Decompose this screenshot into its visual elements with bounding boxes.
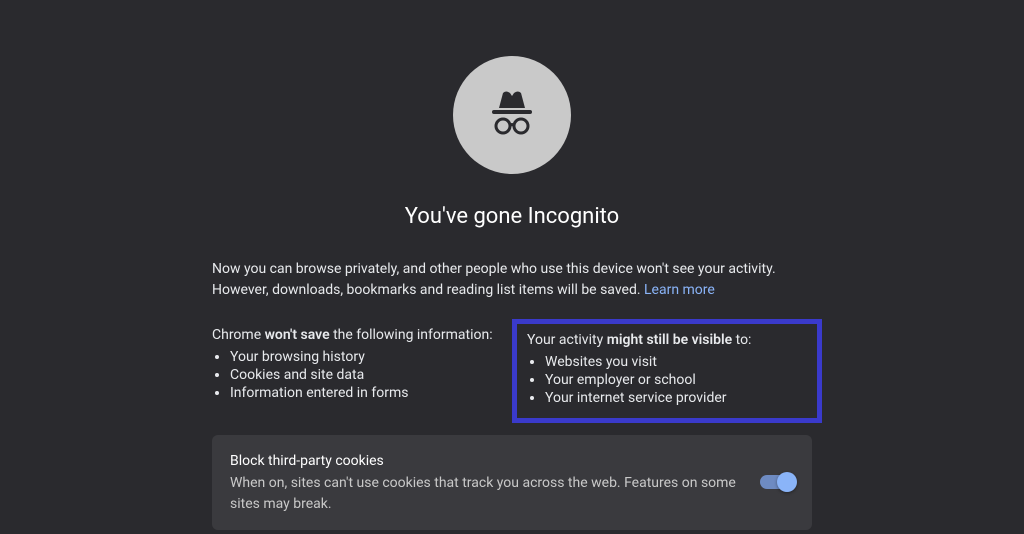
- list-item: Cookies and site data: [230, 367, 502, 383]
- list-item: Websites you visit: [545, 354, 807, 370]
- list-item: Information entered in forms: [230, 385, 502, 401]
- page-title: You've gone Incognito: [405, 204, 619, 229]
- list-item: Your browsing history: [230, 349, 502, 365]
- highlight-annotation: Your activity might still be visible to:…: [512, 319, 822, 423]
- wont-save-suffix: the following information:: [330, 327, 493, 343]
- incognito-icon: [453, 56, 571, 174]
- list-item: Your employer or school: [545, 372, 807, 388]
- block-cookies-toggle[interactable]: [760, 475, 794, 489]
- intro-text: Now you can browse privately, and other …: [212, 259, 812, 301]
- wont-save-column: Chrome won't save the following informat…: [212, 327, 502, 413]
- block-cookies-card: Block third-party cookies When on, sites…: [212, 435, 812, 530]
- visible-suffix: to:: [732, 332, 751, 348]
- card-title: Block third-party cookies: [230, 451, 742, 471]
- visible-strong: might still be visible: [607, 332, 732, 348]
- card-description: When on, sites can't use cookies that tr…: [230, 473, 742, 514]
- toggle-knob: [777, 472, 797, 492]
- visible-prefix: Your activity: [527, 332, 607, 348]
- list-item: Your internet service provider: [545, 390, 807, 406]
- wont-save-strong: won't save: [265, 327, 330, 343]
- visible-to-column: Your activity might still be visible to:…: [522, 327, 812, 413]
- learn-more-link[interactable]: Learn more: [644, 282, 715, 298]
- wont-save-prefix: Chrome: [212, 327, 265, 343]
